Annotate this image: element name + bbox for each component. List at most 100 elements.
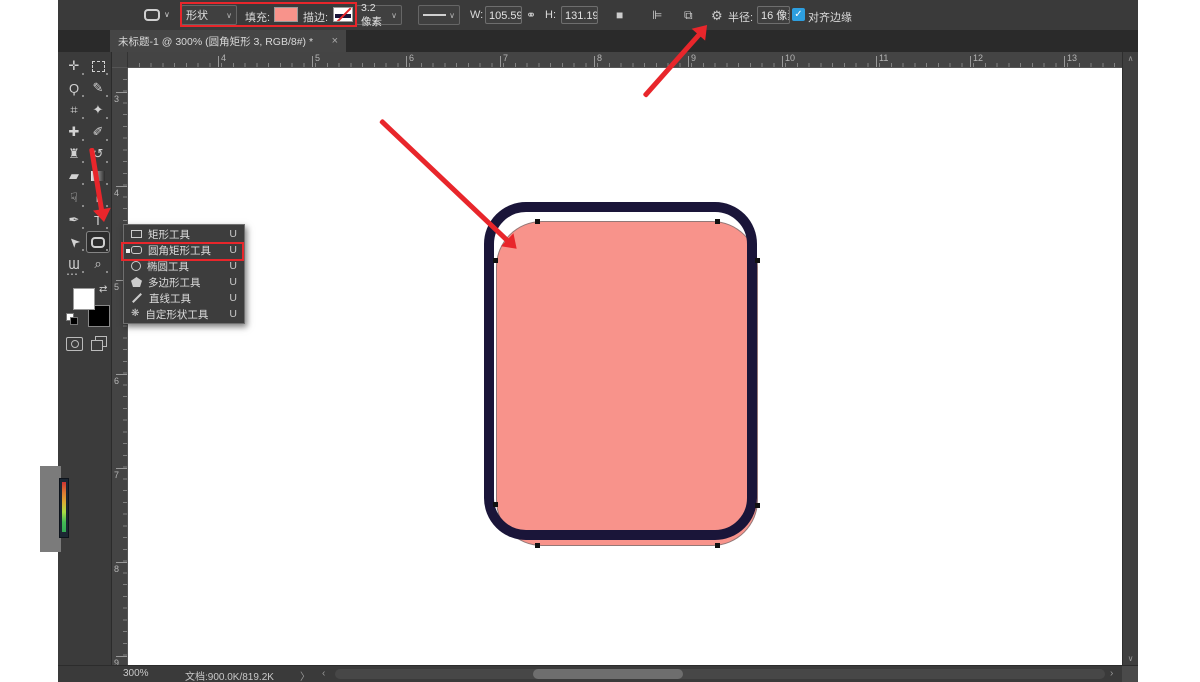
ruler-tick (406, 56, 407, 67)
stroke-width-value: 3.2 像素 (361, 2, 388, 29)
width-input[interactable]: 105.59 像 (485, 6, 522, 24)
foreground-color-swatch[interactable] (73, 288, 95, 310)
scroll-right-icon[interactable]: › (1110, 668, 1113, 679)
shape-tool[interactable] (87, 232, 109, 252)
path-operations-icon[interactable]: ■ (616, 8, 623, 22)
rounded-rectangle-stroke-outline[interactable] (484, 202, 757, 540)
document-tab[interactable]: 未标题-1 @ 300% (圆角矩形 3, RGB/8#) * × (110, 30, 346, 52)
stroke-style-line (423, 14, 446, 16)
align-edges-label: 对齐边缘 (808, 9, 852, 25)
path-alignment-icon[interactable]: ⊫ (652, 8, 662, 22)
ruler-tick (1064, 56, 1065, 67)
clone-stamp-tool[interactable]: ♜ (63, 144, 85, 164)
anchor-point[interactable] (535, 219, 540, 224)
crop-tool[interactable]: ⌗ (63, 100, 85, 120)
edit-toolbar-icon[interactable]: ⋯ (66, 267, 79, 281)
ruler-number: 6 (114, 376, 119, 386)
ruler-tick (116, 562, 127, 563)
menu-item-polygon[interactable]: 多边形工具U (124, 274, 244, 290)
rounded-rectangle-preset-icon[interactable] (144, 9, 160, 21)
zoom-level[interactable]: 300% (123, 668, 149, 679)
menu-item-shortcut: U (229, 228, 237, 240)
ruler-number: 8 (114, 564, 119, 574)
menu-item-label: 自定形状工具 (145, 307, 223, 322)
menu-item-shortcut: U (229, 260, 237, 272)
stroke-style-select[interactable]: ∨ (418, 5, 460, 25)
anchor-point[interactable] (493, 258, 498, 263)
marquee-tool[interactable] (87, 56, 109, 76)
move-tool[interactable]: ✛ (63, 56, 85, 76)
ruler-number: 10 (785, 53, 795, 63)
ruler-tick (500, 56, 501, 67)
chevron-down-icon: ∨ (449, 11, 455, 20)
anchor-point[interactable] (715, 219, 720, 224)
zoom-tool[interactable]: ⌕ (87, 254, 109, 274)
link-dimensions-icon[interactable]: ⚭ (526, 8, 536, 22)
eraser-tool[interactable]: ▰ (63, 166, 85, 186)
quick-selection-tool[interactable]: ✎ (87, 78, 109, 98)
lasso-tool[interactable]: Ϙ (63, 78, 85, 98)
eyedropper-tool[interactable]: ✦ (87, 100, 109, 120)
ruler-tick (116, 468, 127, 469)
menu-item-line[interactable]: 直线工具U (124, 290, 244, 306)
vertical-scrollbar[interactable]: ∧ ∨ (1122, 52, 1138, 665)
radius-label: 半径: (728, 9, 753, 25)
polygon-icon (131, 277, 142, 287)
path-selection-tool[interactable]: ➤ (63, 232, 85, 252)
smudge-tool[interactable]: ☟ (63, 188, 85, 208)
anchor-point[interactable] (755, 503, 760, 508)
path-arrangement-icon[interactable]: ⧉ (684, 8, 693, 23)
brush-tool[interactable]: ✐ (87, 122, 109, 142)
scrollbar-corner (1122, 665, 1138, 682)
height-input[interactable]: 131.19 像 (561, 6, 598, 24)
ruler-number: 7 (503, 53, 508, 63)
horizontal-scrollbar-thumb[interactable] (533, 669, 683, 679)
stroke-width-select[interactable]: 3.2 像素 ∨ (356, 5, 402, 25)
ruler-tick (876, 56, 877, 67)
anchor-point[interactable] (715, 543, 720, 548)
swap-colors-icon[interactable]: ⇄ (99, 284, 107, 295)
healing-brush-tool[interactable]: ✚ (63, 122, 85, 142)
line-icon (132, 293, 142, 303)
ruler-number: 11 (879, 53, 888, 63)
anchor-point[interactable] (493, 502, 498, 507)
ruler-number: 6 (409, 53, 414, 63)
rect-icon (131, 230, 142, 238)
desktop-area (40, 466, 61, 552)
ruler-tick (218, 56, 219, 67)
menu-item-shortcut: U (229, 292, 237, 304)
screen-mode-button[interactable] (91, 336, 106, 349)
close-icon[interactable]: × (332, 35, 338, 47)
scroll-up-icon[interactable]: ∧ (1128, 54, 1134, 63)
scroll-left-icon[interactable]: ‹ (322, 668, 325, 679)
ruler-number: 8 (597, 53, 602, 63)
status-chevron-icon[interactable]: 〉 (300, 668, 310, 682)
menu-item-custom[interactable]: ❋自定形状工具U (124, 306, 244, 322)
default-colors-icon[interactable] (66, 313, 76, 323)
menu-item-rect[interactable]: 矩形工具 U (124, 226, 244, 242)
menu-item-label: 矩形工具 (148, 227, 223, 242)
chevron-down-icon: ∨ (391, 11, 397, 20)
custom-icon: ❋ (131, 309, 139, 319)
align-edges-checkbox[interactable]: ✓ (792, 8, 805, 21)
anchor-point[interactable] (755, 258, 760, 263)
ruler-tick (116, 186, 127, 187)
scroll-down-icon[interactable]: ∨ (1128, 654, 1134, 663)
radius-input[interactable]: 16 像素 (757, 6, 790, 24)
gear-icon[interactable]: ⚙ (711, 8, 723, 24)
photoshop-window: ∨ 形状 ∨ 填充: 描边: 3.2 像素 ∨ ∨ W: 105.59 像 ⚭ … (0, 0, 1200, 682)
pen-tool[interactable]: ✒ (63, 210, 85, 230)
top-ruler: 45678910111213 (128, 52, 1122, 68)
toolbar: ✛Ϙ✎⌗✦✚✐♜↺▰☟◗✒T➤Ɯ⌕ ⋯ ⇄ (58, 52, 112, 682)
ruler-number: 12 (973, 53, 983, 63)
ruler-tick (782, 56, 783, 67)
horizontal-scrollbar-track[interactable] (335, 669, 1105, 679)
ruler-number: 4 (221, 53, 226, 63)
ruler-tick (594, 56, 595, 67)
quick-mask-button[interactable] (66, 337, 83, 351)
temperature-monitor-widget (59, 478, 69, 538)
preset-caret-icon[interactable]: ∨ (164, 10, 170, 19)
anchor-point[interactable] (535, 543, 540, 548)
document-title: 未标题-1 @ 300% (圆角矩形 3, RGB/8#) * (118, 34, 324, 49)
shape-tool-flyout-menu: 矩形工具U圆角矩形工具U椭圆工具U多边形工具U直线工具U❋自定形状工具U (123, 224, 245, 324)
